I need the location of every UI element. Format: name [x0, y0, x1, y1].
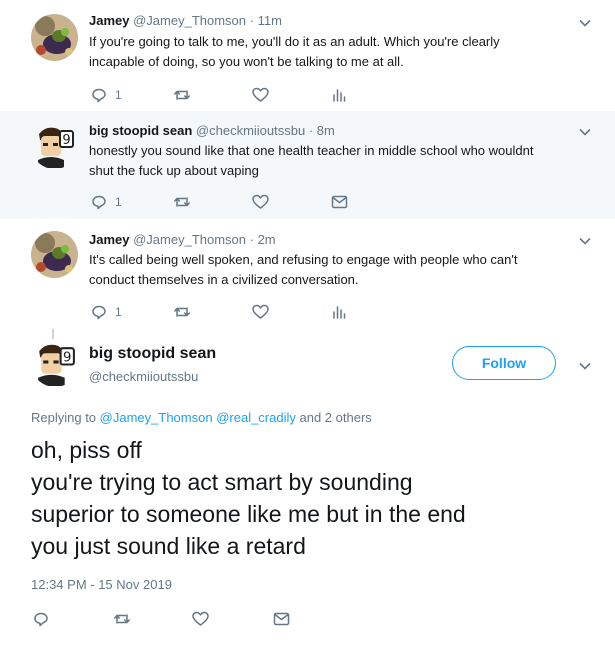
- tweet-text: oh, piss off you're trying to act smart …: [31, 434, 591, 562]
- tweet-text-line: you're trying to act smart by sounding: [31, 469, 413, 495]
- retweet-icon: [114, 614, 130, 624]
- envelope-icon: [331, 195, 348, 209]
- display-name[interactable]: big stoopid sean: [89, 345, 216, 363]
- retweet-icon: [174, 197, 190, 207]
- reply-button[interactable]: 1: [91, 192, 122, 212]
- direct-message-button[interactable]: [331, 192, 348, 212]
- chevron-down-icon[interactable]: [578, 125, 592, 139]
- heart-icon: [252, 87, 269, 102]
- retweet-icon: [174, 307, 190, 317]
- tweet-text-line: superior to someone like me but in the e…: [31, 501, 466, 527]
- focused-tweet: 9 big stoopid sean @checkmiioutssbu Foll…: [0, 329, 615, 646]
- analytics-button[interactable]: [332, 302, 346, 322]
- display-name[interactable]: Jamey: [89, 13, 129, 28]
- replying-to-prefix: Replying to: [31, 410, 97, 425]
- svg-text:9: 9: [63, 350, 71, 365]
- like-button[interactable]: [192, 609, 209, 629]
- retweet-button[interactable]: [173, 192, 191, 212]
- avatar-sean[interactable]: 9: [31, 122, 78, 169]
- avatar-jamey[interactable]: [31, 231, 78, 278]
- display-name[interactable]: Jamey: [89, 232, 129, 247]
- like-button[interactable]: [252, 85, 269, 105]
- display-name[interactable]: big stoopid sean: [89, 123, 192, 138]
- user-handle[interactable]: @Jamey_Thomson: [133, 13, 246, 28]
- tweet-text: If you're going to talk to me, you'll do…: [89, 32, 589, 72]
- heart-icon: [252, 304, 269, 319]
- like-button[interactable]: [252, 302, 269, 322]
- tweet-text-line: incapable of doing, so you won't be talk…: [89, 54, 404, 69]
- reply-count: 1: [115, 88, 122, 102]
- tweet-text-line: conduct themselves in a civilized conver…: [89, 272, 359, 287]
- tweet-3[interactable]: Jamey @Jamey_Thomson · 2m It's called be…: [0, 219, 615, 329]
- heart-icon: [252, 194, 269, 209]
- replying-to: Replying to @Jamey_Thomson @real_cradily…: [31, 410, 372, 425]
- like-button[interactable]: [252, 192, 269, 212]
- reply-count: 1: [115, 305, 122, 319]
- svg-text:9: 9: [62, 133, 70, 148]
- reply-button[interactable]: 1: [91, 302, 122, 322]
- tweet-text-line: honestly you sound like that one health …: [89, 143, 534, 158]
- direct-message-button[interactable]: [273, 609, 290, 629]
- reply-icon: [34, 612, 48, 627]
- reply-button[interactable]: 1: [91, 85, 122, 105]
- reply-icon: [92, 195, 106, 210]
- avatar-image: [31, 231, 78, 278]
- avatar-image: [31, 14, 78, 61]
- tweet-2[interactable]: 9 big stoopid sean @checkmiioutssbu · 8m…: [0, 111, 615, 219]
- reply-count: 1: [115, 195, 122, 209]
- chevron-down-icon[interactable]: [578, 359, 592, 373]
- avatar-jamey[interactable]: [31, 14, 78, 61]
- heart-icon: [192, 611, 209, 626]
- replying-to-user-link[interactable]: @real_cradily: [216, 410, 296, 425]
- tweet-text-line: you just sound like a retard: [31, 533, 306, 559]
- reply-icon: [92, 88, 106, 103]
- reply-button[interactable]: [33, 609, 49, 629]
- tweet-text-line: shut the fuck up about vaping: [89, 163, 259, 178]
- tweet-text-line: If you're going to talk to me, you'll do…: [89, 34, 500, 49]
- analytics-icon: [333, 306, 346, 319]
- user-handle[interactable]: @checkmiioutssbu: [89, 369, 198, 384]
- chevron-down-icon[interactable]: [578, 234, 592, 248]
- chevron-down-icon[interactable]: [578, 16, 592, 30]
- user-handle[interactable]: @checkmiioutssbu: [196, 123, 305, 138]
- tweet-text: honestly you sound like that one health …: [89, 141, 589, 181]
- reply-icon: [92, 305, 106, 320]
- follow-button[interactable]: Follow: [452, 346, 556, 380]
- tweet-time[interactable]: · 2m: [250, 232, 276, 247]
- retweet-icon: [174, 90, 190, 100]
- avatar-image: 9: [31, 339, 79, 387]
- tweet-time[interactable]: · 8m: [309, 123, 335, 138]
- avatar-image: 9: [31, 122, 78, 169]
- tweet-text: It's called being well spoken, and refus…: [89, 250, 589, 290]
- replying-to-others[interactable]: and 2 others: [300, 410, 372, 425]
- retweet-button[interactable]: [113, 609, 131, 629]
- retweet-button[interactable]: [173, 85, 191, 105]
- analytics-icon: [333, 89, 346, 102]
- retweet-button[interactable]: [173, 302, 191, 322]
- tweet-text-line: oh, piss off: [31, 437, 142, 463]
- user-handle[interactable]: @Jamey_Thomson: [133, 232, 246, 247]
- analytics-button[interactable]: [332, 85, 346, 105]
- replying-to-user-link[interactable]: @Jamey_Thomson: [100, 410, 213, 425]
- tweet-1[interactable]: Jamey @Jamey_Thomson · 11m If you're goi…: [0, 0, 615, 111]
- envelope-icon: [273, 612, 290, 626]
- tweet-timestamp[interactable]: 12:34 PM - 15 Nov 2019: [31, 577, 172, 592]
- tweet-text-line: It's called being well spoken, and refus…: [89, 252, 518, 267]
- tweet-time[interactable]: · 11m: [250, 13, 282, 28]
- avatar-sean[interactable]: 9: [31, 339, 79, 387]
